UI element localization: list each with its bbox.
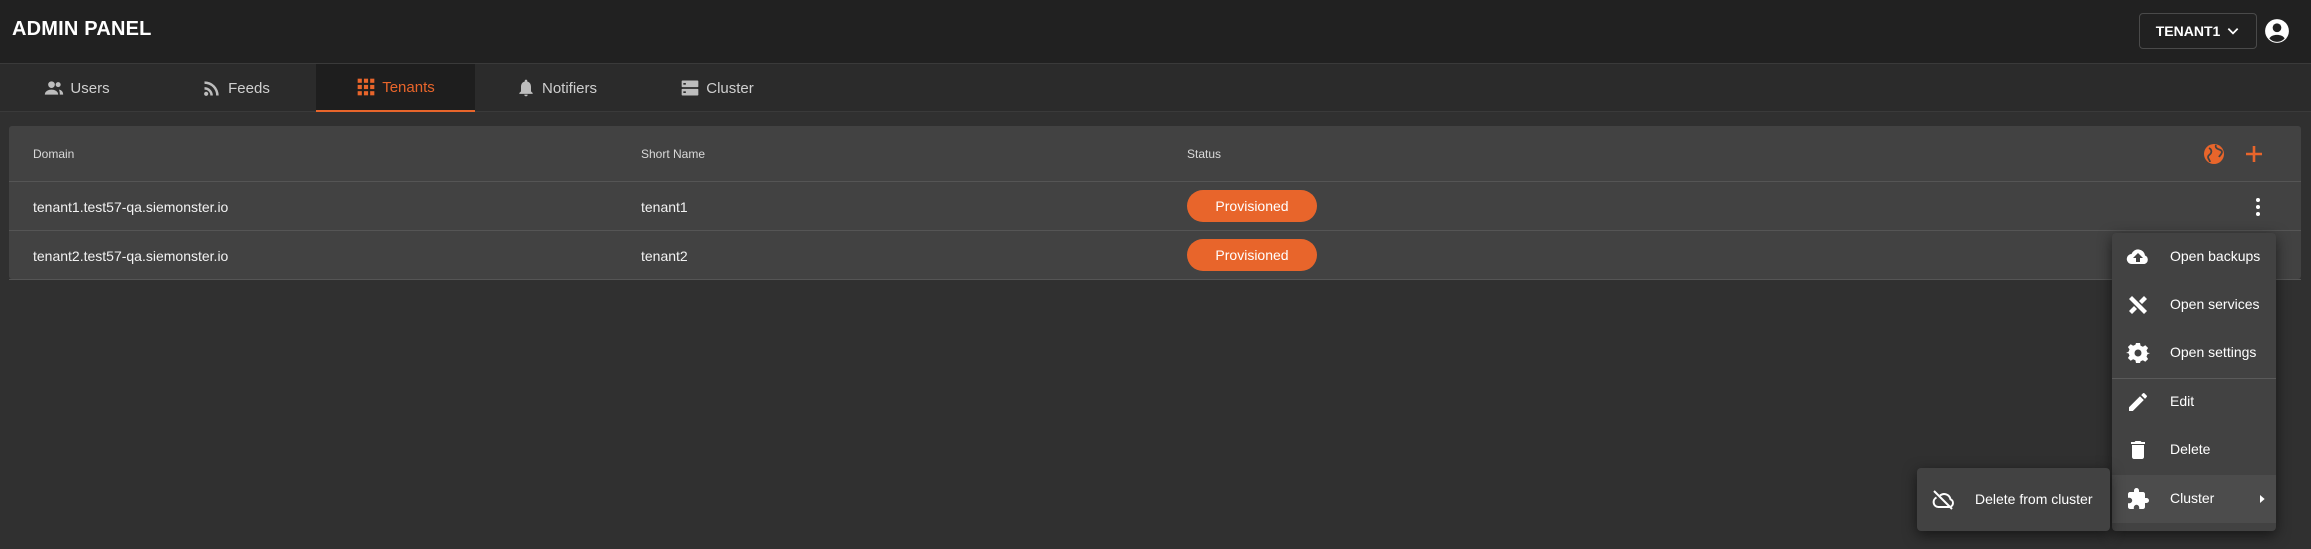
table-row[interactable]: tenant2.test57-qa.siemonster.io tenant2 … xyxy=(9,232,2301,280)
cloud-off-icon xyxy=(1932,490,1954,510)
pencil-icon xyxy=(2129,393,2147,411)
cluster-submenu: Delete from cluster xyxy=(1917,468,2110,531)
tab-bar: Users Feeds Tenants Notifiers Cluster xyxy=(0,64,2311,112)
arrow-right-icon xyxy=(2260,495,2265,503)
menu-item-delete-from-cluster[interactable]: Delete from cluster xyxy=(1917,476,2110,524)
tab-cluster[interactable]: Cluster xyxy=(638,64,796,112)
tab-feeds[interactable]: Feeds xyxy=(158,64,314,112)
menu-item-delete[interactable]: Delete xyxy=(2112,426,2276,474)
column-header-domain: Domain xyxy=(33,147,75,161)
tools-icon xyxy=(2129,296,2147,314)
cell-short-name: tenant2 xyxy=(641,248,688,264)
globe-icon[interactable] xyxy=(2202,142,2226,166)
trash-icon xyxy=(2131,441,2145,459)
column-header-short-name: Short Name xyxy=(641,147,706,161)
account-circle-icon[interactable] xyxy=(2264,18,2290,44)
cell-short-name: tenant1 xyxy=(641,199,688,215)
grid-icon xyxy=(357,78,375,96)
menu-item-open-settings[interactable]: Open settings xyxy=(2112,329,2276,377)
app-title: ADMIN PANEL xyxy=(12,18,152,40)
menu-item-open-services[interactable]: Open services xyxy=(2112,281,2276,329)
app-bar: ADMIN PANEL TENANT1 xyxy=(0,0,2311,64)
tenants-table: Domain Short Name Status tenant1.test57-… xyxy=(9,126,2301,280)
menu-item-edit[interactable]: Edit xyxy=(2112,378,2276,426)
tenant-selector-value: TENANT1 xyxy=(2155,23,2221,39)
column-header-status: Status xyxy=(1187,147,1222,161)
bell-icon xyxy=(519,79,533,97)
gear-icon xyxy=(2126,343,2150,363)
server-icon xyxy=(681,80,699,96)
menu-item-open-backups[interactable]: Open backups xyxy=(2112,233,2276,281)
cell-domain: tenant1.test57-qa.siemonster.io xyxy=(33,199,229,215)
rss-feed-icon xyxy=(204,81,219,96)
row-context-menu: Open backups Open services Open settings… xyxy=(2112,233,2276,531)
tab-notifiers[interactable]: Notifiers xyxy=(477,64,636,112)
more-vert-icon[interactable] xyxy=(2246,195,2270,219)
add-icon[interactable] xyxy=(2242,142,2266,166)
puzzle-icon xyxy=(2128,488,2149,509)
tenant-selector[interactable]: TENANT1 xyxy=(2139,13,2257,49)
tab-users[interactable]: Users xyxy=(0,64,154,112)
chevron-down-icon xyxy=(2227,28,2239,35)
users-icon xyxy=(45,81,64,95)
status-badge: Provisioned xyxy=(1187,190,1317,222)
menu-item-cluster[interactable]: Cluster xyxy=(2112,475,2276,523)
cell-domain: tenant2.test57-qa.siemonster.io xyxy=(33,248,229,264)
tab-tenants[interactable]: Tenants xyxy=(316,64,475,112)
status-badge: Provisioned xyxy=(1187,239,1317,271)
table-header: Domain Short Name Status xyxy=(9,126,2301,182)
table-row[interactable]: tenant1.test57-qa.siemonster.io tenant1 … xyxy=(9,183,2301,231)
cloud-upload-icon xyxy=(2126,249,2148,265)
